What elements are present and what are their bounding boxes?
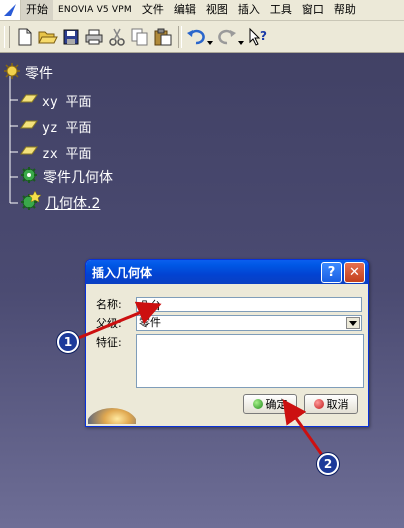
callout-1: 1: [57, 331, 79, 353]
parent-select-value: 零件: [139, 316, 161, 329]
app-logo-icon[interactable]: [0, 0, 21, 20]
ok-icon: [252, 399, 263, 409]
menu-insert[interactable]: 插入: [233, 0, 265, 20]
menu-window[interactable]: 窗口: [297, 0, 329, 20]
print-icon[interactable]: [83, 26, 105, 48]
menu-view[interactable]: 视图: [201, 0, 233, 20]
dialog-titlebar[interactable]: 插入几何体 ? ✕: [86, 260, 368, 284]
tree-item-label: yz 平面: [42, 120, 92, 136]
cut-icon[interactable]: [106, 26, 128, 48]
name-row: 名称: 凸台: [96, 296, 362, 312]
cancel-button[interactable]: 取消: [304, 394, 358, 414]
close-button[interactable]: ✕: [344, 261, 365, 283]
menu-edit[interactable]: 编辑: [169, 0, 201, 20]
insert-body-dialog: 插入几何体 ? ✕ 名称: 凸台 父级: 零件 特征: 确定 取消: [85, 259, 369, 427]
toolbar-grip[interactable]: [4, 25, 10, 48]
ok-label: 确定: [265, 398, 288, 411]
paste-icon[interactable]: [152, 26, 174, 48]
plane-icon: [20, 117, 38, 135]
menu-start[interactable]: 开始: [21, 0, 53, 20]
tree-root-part[interactable]: 零件: [3, 62, 53, 84]
plane-icon: [20, 91, 38, 109]
dialog-title: 插入几何体: [92, 265, 153, 280]
menu-tools[interactable]: 工具: [265, 0, 297, 20]
tree-item-body-2[interactable]: 几何体.2: [19, 190, 101, 216]
save-icon[interactable]: [60, 26, 82, 48]
callout-2: 2: [317, 453, 339, 475]
tree-item-label: 几何体.2: [45, 196, 101, 212]
tree-item-xy-plane[interactable]: xy 平面: [20, 89, 91, 111]
ok-button[interactable]: 确定: [243, 394, 297, 414]
tree-item-part-body[interactable]: 零件几何体: [19, 166, 113, 188]
standard-toolbar: ?: [0, 21, 404, 53]
copy-icon[interactable]: [129, 26, 151, 48]
menu-enovia[interactable]: ENOVIA V5 VPM: [53, 0, 137, 20]
plane-icon: [20, 143, 38, 161]
menu-help[interactable]: 帮助: [329, 0, 361, 20]
parent-select[interactable]: 零件: [136, 315, 362, 331]
tree-item-zx-plane[interactable]: zx 平面: [20, 141, 91, 163]
name-input[interactable]: 凸台: [136, 296, 362, 312]
chevron-down-icon[interactable]: [346, 317, 360, 329]
tree-item-label: xy 平面: [42, 94, 92, 110]
help-button[interactable]: ?: [321, 261, 342, 283]
body-icon: [19, 165, 39, 189]
undo-icon[interactable]: [185, 26, 215, 48]
redo-icon[interactable]: [216, 26, 246, 48]
tree-item-yz-plane[interactable]: yz 平面: [20, 115, 91, 137]
body-icon: [19, 190, 42, 216]
parent-label: 父级:: [96, 317, 122, 330]
features-row: 特征:: [96, 334, 364, 388]
globe-decoration-icon: [88, 408, 136, 424]
tree-item-label: 零件几何体: [43, 170, 113, 186]
tree-root-label: 零件: [25, 66, 53, 82]
toolbar-separator: [178, 25, 182, 48]
features-list[interactable]: [136, 334, 364, 388]
specification-tree: 零件 xy 平面 yz 平面 zx 平面 零件几何体 几何体.2: [0, 58, 200, 218]
whats-this-icon[interactable]: ?: [247, 26, 269, 48]
tree-item-label: zx 平面: [42, 146, 92, 162]
svg-text:?: ?: [260, 29, 267, 43]
name-label: 名称:: [96, 298, 122, 311]
cancel-label: 取消: [326, 398, 349, 411]
parent-row: 父级: 零件: [96, 315, 362, 331]
features-label: 特征:: [96, 336, 122, 349]
part-icon: [3, 62, 21, 84]
new-icon[interactable]: [14, 26, 36, 48]
menu-bar: 开始 ENOVIA V5 VPM 文件 编辑 视图 插入 工具 窗口 帮助: [0, 0, 404, 21]
cancel-icon: [313, 399, 324, 409]
open-icon[interactable]: [37, 26, 59, 48]
menu-file[interactable]: 文件: [137, 0, 169, 20]
